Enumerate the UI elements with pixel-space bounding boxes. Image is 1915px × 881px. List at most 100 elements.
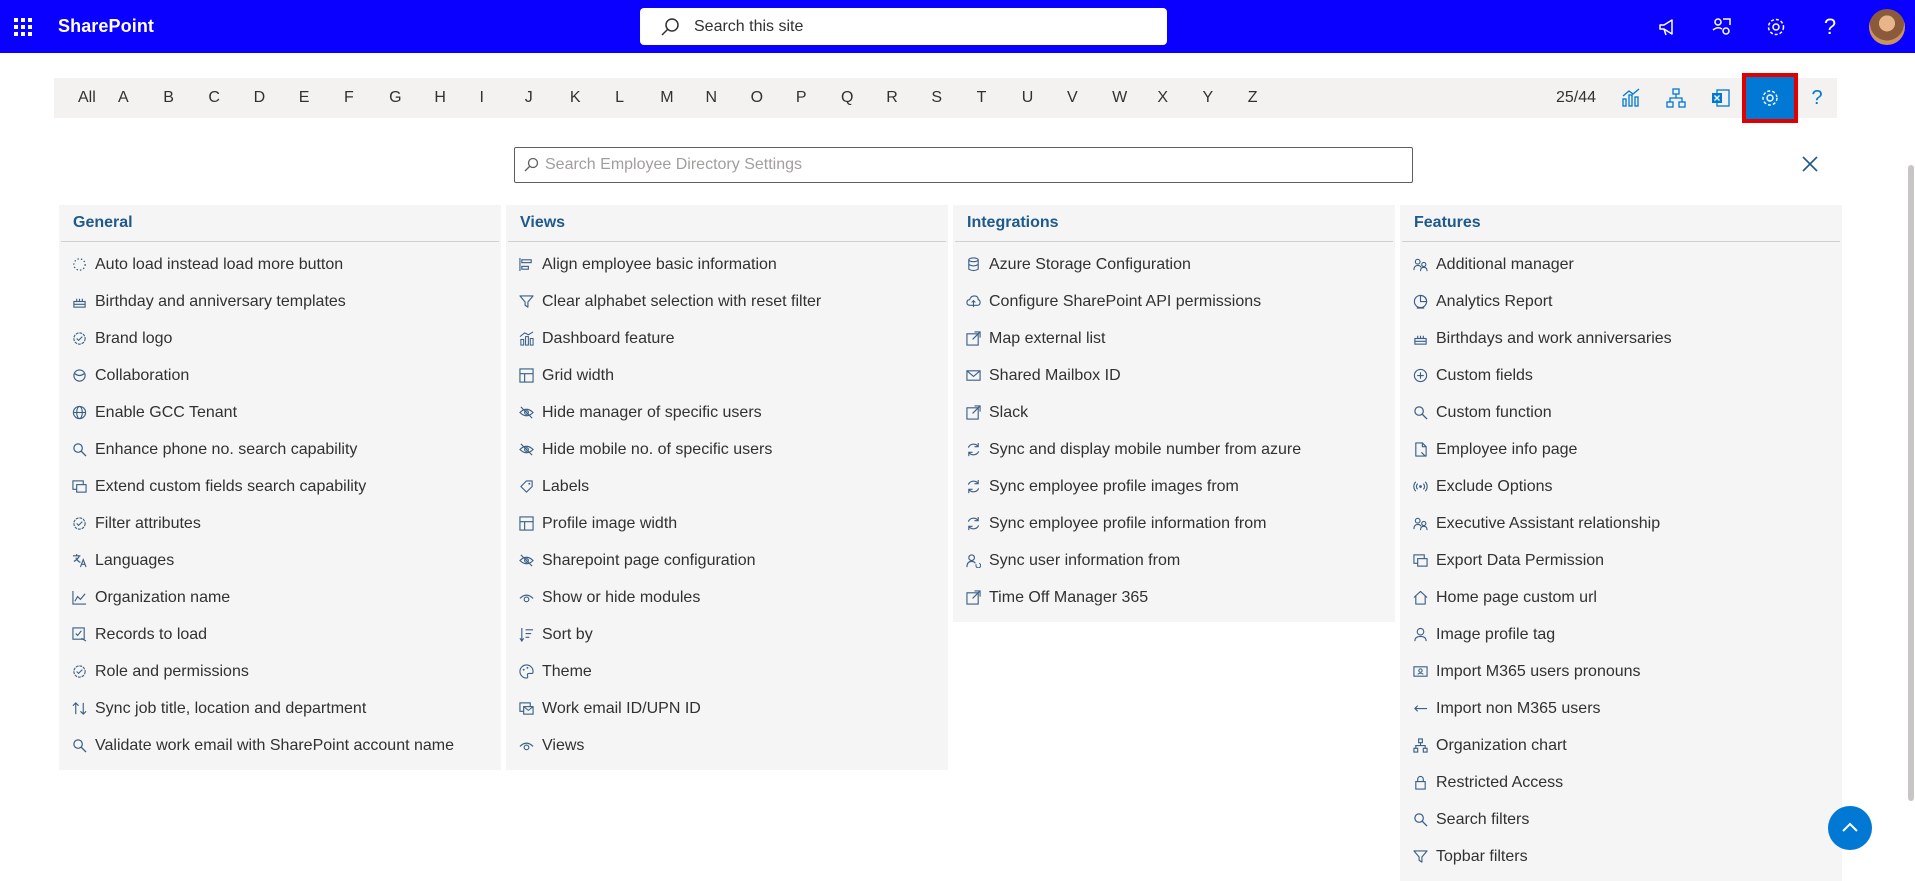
settings-item-additional-manager[interactable]: Additional manager — [1400, 246, 1842, 283]
brand-title[interactable]: SharePoint — [58, 16, 154, 37]
letter-filter-i[interactable]: I — [472, 89, 517, 107]
settings-item-role-and-permissions[interactable]: Role and permissions — [59, 653, 501, 690]
scroll-to-top-button[interactable] — [1828, 806, 1872, 850]
settings-item-search-filters[interactable]: Search filters — [1400, 801, 1842, 838]
megaphone-icon[interactable] — [1641, 0, 1695, 53]
settings-button[interactable] — [1742, 73, 1798, 123]
people-connect-icon[interactable] — [1695, 0, 1749, 53]
settings-item-birthdays-and-work-anniversaries[interactable]: Birthdays and work anniversaries — [1400, 320, 1842, 357]
settings-item-custom-function[interactable]: Custom function — [1400, 394, 1842, 431]
settings-item-hide-mobile-no-of-specific-users[interactable]: Hide mobile no. of specific users — [506, 431, 948, 468]
settings-item-slack[interactable]: Slack — [953, 394, 1395, 431]
settings-item-work-email-id-upn-id[interactable]: Work email ID/UPN ID — [506, 690, 948, 727]
app-launcher-button[interactable] — [0, 0, 46, 53]
settings-item-filter-attributes[interactable]: Filter attributes — [59, 505, 501, 542]
letter-filter-l[interactable]: L — [607, 89, 652, 107]
letter-filter-y[interactable]: Y — [1195, 89, 1240, 107]
dashboard-chart-button[interactable] — [1608, 78, 1653, 118]
settings-item-executive-assistant-relationship[interactable]: Executive Assistant relationship — [1400, 505, 1842, 542]
letter-filter-k[interactable]: K — [562, 89, 607, 107]
settings-item-show-or-hide-modules[interactable]: Show or hide modules — [506, 579, 948, 616]
settings-item-shared-mailbox-id[interactable]: Shared Mailbox ID — [953, 357, 1395, 394]
letter-filter-z[interactable]: Z — [1240, 89, 1285, 107]
help-button[interactable]: ? — [1797, 78, 1837, 118]
letter-filter-v[interactable]: V — [1059, 89, 1104, 107]
user-avatar[interactable] — [1869, 8, 1905, 45]
settings-item-enhance-phone-no-search-capability[interactable]: Enhance phone no. search capability — [59, 431, 501, 468]
settings-item-custom-fields[interactable]: Custom fields — [1400, 357, 1842, 394]
settings-item-validate-work-email-with-sharepoint-account-name[interactable]: Validate work email with SharePoint acco… — [59, 727, 501, 764]
letter-filter-g[interactable]: G — [381, 89, 426, 107]
settings-item-records-to-load[interactable]: Records to load — [59, 616, 501, 653]
settings-search-input[interactable]: Search Employee Directory Settings — [514, 147, 1413, 183]
settings-item-clear-alphabet-selection-with-reset-filter[interactable]: Clear alphabet selection with reset filt… — [506, 283, 948, 320]
settings-item-sync-employee-profile-information-from[interactable]: Sync employee profile information from — [953, 505, 1395, 542]
settings-item-hide-manager-of-specific-users[interactable]: Hide manager of specific users — [506, 394, 948, 431]
settings-item-import-non-m365-users[interactable]: Import non M365 users — [1400, 690, 1842, 727]
letter-filter-n[interactable]: N — [697, 89, 742, 107]
letter-filter-w[interactable]: W — [1104, 89, 1149, 107]
settings-item-export-data-permission[interactable]: Export Data Permission — [1400, 542, 1842, 579]
settings-item-sort-by[interactable]: Sort by — [506, 616, 948, 653]
settings-item-profile-image-width[interactable]: Profile image width — [506, 505, 948, 542]
settings-item-sync-and-display-mobile-number-from-azure[interactable]: Sync and display mobile number from azur… — [953, 431, 1395, 468]
settings-item-enable-gcc-tenant[interactable]: Enable GCC Tenant — [59, 394, 501, 431]
letter-filter-f[interactable]: F — [336, 89, 381, 107]
settings-item-align-employee-basic-information[interactable]: Align employee basic information — [506, 246, 948, 283]
letter-filter-d[interactable]: D — [246, 89, 291, 107]
letter-filter-o[interactable]: O — [743, 89, 788, 107]
settings-item-theme[interactable]: Theme — [506, 653, 948, 690]
letter-filter-x[interactable]: X — [1149, 89, 1194, 107]
letter-filter-j[interactable]: J — [517, 89, 562, 107]
letter-filter-b[interactable]: B — [155, 89, 200, 107]
letter-filter-h[interactable]: H — [426, 89, 471, 107]
page-scrollbar[interactable] — [1907, 165, 1915, 801]
settings-item-languages[interactable]: Languages — [59, 542, 501, 579]
settings-item-sync-job-title-location-and-department[interactable]: Sync job title, location and department — [59, 690, 501, 727]
settings-item-analytics-report[interactable]: Analytics Report — [1400, 283, 1842, 320]
letter-filter-u[interactable]: U — [1014, 89, 1059, 107]
help-icon[interactable]: ? — [1803, 0, 1857, 53]
settings-item-sync-user-information-from[interactable]: Sync user information from — [953, 542, 1395, 579]
settings-item-time-off-manager-365[interactable]: Time Off Manager 365 — [953, 579, 1395, 616]
letter-filter-m[interactable]: M — [652, 89, 697, 107]
letter-filter-p[interactable]: P — [788, 89, 833, 107]
settings-item-topbar-filters[interactable]: Topbar filters — [1400, 838, 1842, 875]
settings-item-configure-sharepoint-api-permissions[interactable]: Configure SharePoint API permissions — [953, 283, 1395, 320]
settings-item-organization-chart[interactable]: Organization chart — [1400, 727, 1842, 764]
letter-filter-all[interactable]: All — [64, 89, 110, 107]
site-search-box[interactable]: Search this site — [640, 8, 1167, 45]
settings-item-home-page-custom-url[interactable]: Home page custom url — [1400, 579, 1842, 616]
settings-item-dashboard-feature[interactable]: Dashboard feature — [506, 320, 948, 357]
close-settings-button[interactable] — [1798, 152, 1822, 176]
letter-filter-q[interactable]: Q — [833, 89, 878, 107]
settings-item-auto-load-instead-load-more-button[interactable]: Auto load instead load more button — [59, 246, 501, 283]
letter-filter-a[interactable]: A — [110, 89, 155, 107]
settings-item-employee-info-page[interactable]: Employee info page — [1400, 431, 1842, 468]
settings-item-exclude-options[interactable]: Exclude Options — [1400, 468, 1842, 505]
settings-item-azure-storage-configuration[interactable]: Azure Storage Configuration — [953, 246, 1395, 283]
settings-item-labels[interactable]: Labels — [506, 468, 948, 505]
settings-item-map-external-list[interactable]: Map external list — [953, 320, 1395, 357]
org-chart-button[interactable] — [1653, 78, 1698, 118]
settings-item-extend-custom-fields-search-capability[interactable]: Extend custom fields search capability — [59, 468, 501, 505]
settings-item-restricted-access[interactable]: Restricted Access — [1400, 764, 1842, 801]
letter-filter-r[interactable]: R — [878, 89, 923, 107]
settings-item-grid-width[interactable]: Grid width — [506, 357, 948, 394]
letter-filter-c[interactable]: C — [200, 89, 245, 107]
settings-gear-icon[interactable] — [1749, 0, 1803, 53]
letter-filter-t[interactable]: T — [969, 89, 1014, 107]
settings-item-image-profile-tag[interactable]: Image profile tag — [1400, 616, 1842, 653]
settings-item-sharepoint-page-configuration[interactable]: Sharepoint page configuration — [506, 542, 948, 579]
settings-item-import-m365-users-pronouns[interactable]: Import M365 users pronouns — [1400, 653, 1842, 690]
letter-filter-e[interactable]: E — [291, 89, 336, 107]
settings-item-birthday-and-anniversary-templates[interactable]: Birthday and anniversary templates — [59, 283, 501, 320]
settings-item-views[interactable]: Views — [506, 727, 948, 764]
settings-item-collaboration[interactable]: Collaboration — [59, 357, 501, 394]
settings-item-sync-employee-profile-images-from[interactable]: Sync employee profile images from — [953, 468, 1395, 505]
export-excel-button[interactable] — [1698, 78, 1743, 118]
scrollbar-thumb[interactable] — [1908, 165, 1914, 801]
letter-filter-s[interactable]: S — [923, 89, 968, 107]
settings-item-organization-name[interactable]: Organization name — [59, 579, 501, 616]
settings-item-brand-logo[interactable]: Brand logo — [59, 320, 501, 357]
